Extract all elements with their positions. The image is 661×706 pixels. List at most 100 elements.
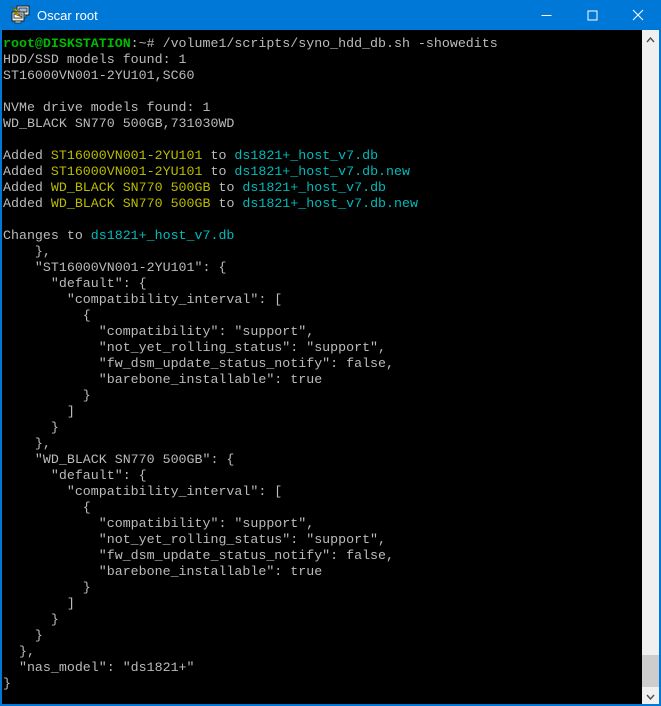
terminal-line: }	[3, 580, 642, 596]
terminal-text-segment: ds1821+_host_v7.db	[91, 228, 235, 243]
scrollbar[interactable]	[642, 30, 659, 704]
terminal-line: "barebone_installable": true	[3, 372, 642, 388]
terminal-line: }	[3, 628, 642, 644]
terminal-text-segment: "not_yet_rolling_status": "support",	[3, 532, 386, 547]
maximize-icon	[587, 10, 598, 21]
terminal-line: }	[3, 676, 642, 692]
terminal-line: "ST16000VN001-2YU101": {	[3, 260, 642, 276]
close-button[interactable]	[615, 0, 661, 30]
terminal-text-segment: ds1821+_host_v7.db	[234, 148, 378, 163]
terminal-line: {	[3, 500, 642, 516]
putty-app-icon	[9, 4, 31, 26]
terminal-line: "not_yet_rolling_status": "support",	[3, 340, 642, 356]
terminal-text-segment: }	[3, 388, 91, 403]
terminal-line: },	[3, 244, 642, 260]
terminal-line: root@DISKSTATION:~# /volume1/scripts/syn…	[3, 36, 642, 52]
terminal-text-segment: ST16000VN001-2YU101	[51, 148, 203, 163]
terminal-text-segment: "default": {	[3, 276, 147, 291]
window-controls	[523, 0, 661, 30]
terminal-line: "fw_dsm_update_status_notify": false,	[3, 356, 642, 372]
terminal-line: "default": {	[3, 468, 642, 484]
scroll-down-button[interactable]	[642, 687, 659, 704]
terminal-line: }	[3, 612, 642, 628]
terminal-text-segment: WD_BLACK SN770 500GB	[51, 180, 211, 195]
terminal-text-segment: to	[210, 196, 242, 211]
terminal-line: "default": {	[3, 276, 642, 292]
terminal-text-segment: ds1821+_host_v7.db	[242, 180, 386, 195]
terminal-text-segment: Changes to	[3, 228, 91, 243]
terminal-line: "WD_BLACK SN770 500GB": {	[3, 452, 642, 468]
terminal-line	[3, 84, 642, 100]
terminal-text-segment: "nas_model": "ds1821+"	[3, 660, 195, 675]
terminal-text-segment: },	[3, 436, 51, 451]
terminal-line: NVMe drive models found: 1	[3, 100, 642, 116]
terminal-line: "compatibility": "support",	[3, 516, 642, 532]
minimize-button[interactable]	[523, 0, 569, 30]
terminal-line: "compatibility_interval": [	[3, 292, 642, 308]
terminal-text-segment: ST16000VN001-2YU101	[51, 164, 203, 179]
terminal-text-segment: :~# /volume1/scripts/syno_hdd_db.sh -sho…	[131, 36, 498, 51]
terminal-line: ]	[3, 404, 642, 420]
terminal-line: "fw_dsm_update_status_notify": false,	[3, 548, 642, 564]
terminal-text-segment: "WD_BLACK SN770 500GB": {	[3, 452, 234, 467]
terminal-line: "barebone_installable": true	[3, 564, 642, 580]
terminal-text-segment: "compatibility": "support",	[3, 516, 314, 531]
maximize-button[interactable]	[569, 0, 615, 30]
scrollbar-track[interactable]	[642, 47, 659, 687]
terminal-text-segment: "not_yet_rolling_status": "support",	[3, 340, 386, 355]
scrollbar-thumb[interactable]	[642, 655, 659, 687]
scroll-up-button[interactable]	[642, 30, 659, 47]
terminal-text-segment: WD_BLACK SN770 500GB,731030WD	[3, 116, 234, 131]
terminal-text-segment: "fw_dsm_update_status_notify": false,	[3, 548, 394, 563]
terminal-text-segment: }	[3, 628, 43, 643]
window-body: root@DISKSTATION:~# /volume1/scripts/syn…	[0, 30, 661, 706]
terminal-text-segment: },	[3, 244, 51, 259]
terminal-text-segment: {	[3, 500, 91, 515]
terminal-line: }	[3, 420, 642, 436]
terminal-line: HDD/SSD models found: 1	[3, 52, 642, 68]
titlebar[interactable]: Oscar root	[0, 0, 661, 30]
terminal-text-segment: NVMe drive models found: 1	[3, 100, 210, 115]
terminal-line: {	[3, 308, 642, 324]
terminal-text-segment: }	[3, 420, 59, 435]
terminal-text-segment: "ST16000VN001-2YU101": {	[3, 260, 226, 275]
terminal-text-segment: HDD/SSD models found: 1	[3, 52, 187, 67]
terminal-text-segment: "barebone_installable": true	[3, 564, 322, 579]
terminal-text-segment: }	[3, 580, 91, 595]
terminal-text-segment: "compatibility_interval": [	[3, 292, 282, 307]
putty-window: Oscar root root@DISKSTATION:~# /volume1/…	[0, 0, 661, 706]
terminal-text-segment: to	[203, 164, 235, 179]
terminal-text-segment: "compatibility_interval": [	[3, 484, 282, 499]
terminal-text-segment: Added	[3, 180, 51, 195]
terminal-line	[3, 132, 642, 148]
window-title: Oscar root	[37, 8, 523, 23]
terminal-output[interactable]: root@DISKSTATION:~# /volume1/scripts/syn…	[2, 30, 642, 704]
terminal-line: },	[3, 436, 642, 452]
chevron-up-icon	[646, 30, 655, 48]
terminal-line: },	[3, 644, 642, 660]
terminal-line: "compatibility_interval": [	[3, 484, 642, 500]
terminal-line: Added WD_BLACK SN770 500GB to ds1821+_ho…	[3, 196, 642, 212]
terminal-text-segment: "default": {	[3, 468, 147, 483]
terminal-line: Added WD_BLACK SN770 500GB to ds1821+_ho…	[3, 180, 642, 196]
terminal-text-segment: ds1821+_host_v7.db.new	[242, 196, 418, 211]
terminal-text-segment: Added	[3, 164, 51, 179]
terminal-line: "nas_model": "ds1821+"	[3, 660, 642, 676]
terminal-text-segment: }	[3, 676, 11, 691]
terminal-text-segment: root@DISKSTATION	[3, 36, 131, 51]
terminal-line: ST16000VN001-2YU101,SC60	[3, 68, 642, 84]
terminal-text-segment: Added	[3, 196, 51, 211]
terminal-text-segment: },	[3, 644, 35, 659]
terminal-text-segment: ]	[3, 404, 75, 419]
terminal-text-segment: }	[3, 612, 59, 627]
terminal-line: Added ST16000VN001-2YU101 to ds1821+_hos…	[3, 164, 642, 180]
terminal-line: "not_yet_rolling_status": "support",	[3, 532, 642, 548]
terminal-line: ]	[3, 596, 642, 612]
terminal-text-segment: ds1821+_host_v7.db.new	[234, 164, 410, 179]
terminal-line: }	[3, 388, 642, 404]
terminal-line: "compatibility": "support",	[3, 324, 642, 340]
terminal-text-segment: "fw_dsm_update_status_notify": false,	[3, 356, 394, 371]
minimize-icon	[541, 10, 552, 21]
terminal-text-segment: ST16000VN001-2YU101,SC60	[3, 68, 195, 83]
terminal-text-segment: "barebone_installable": true	[3, 372, 322, 387]
